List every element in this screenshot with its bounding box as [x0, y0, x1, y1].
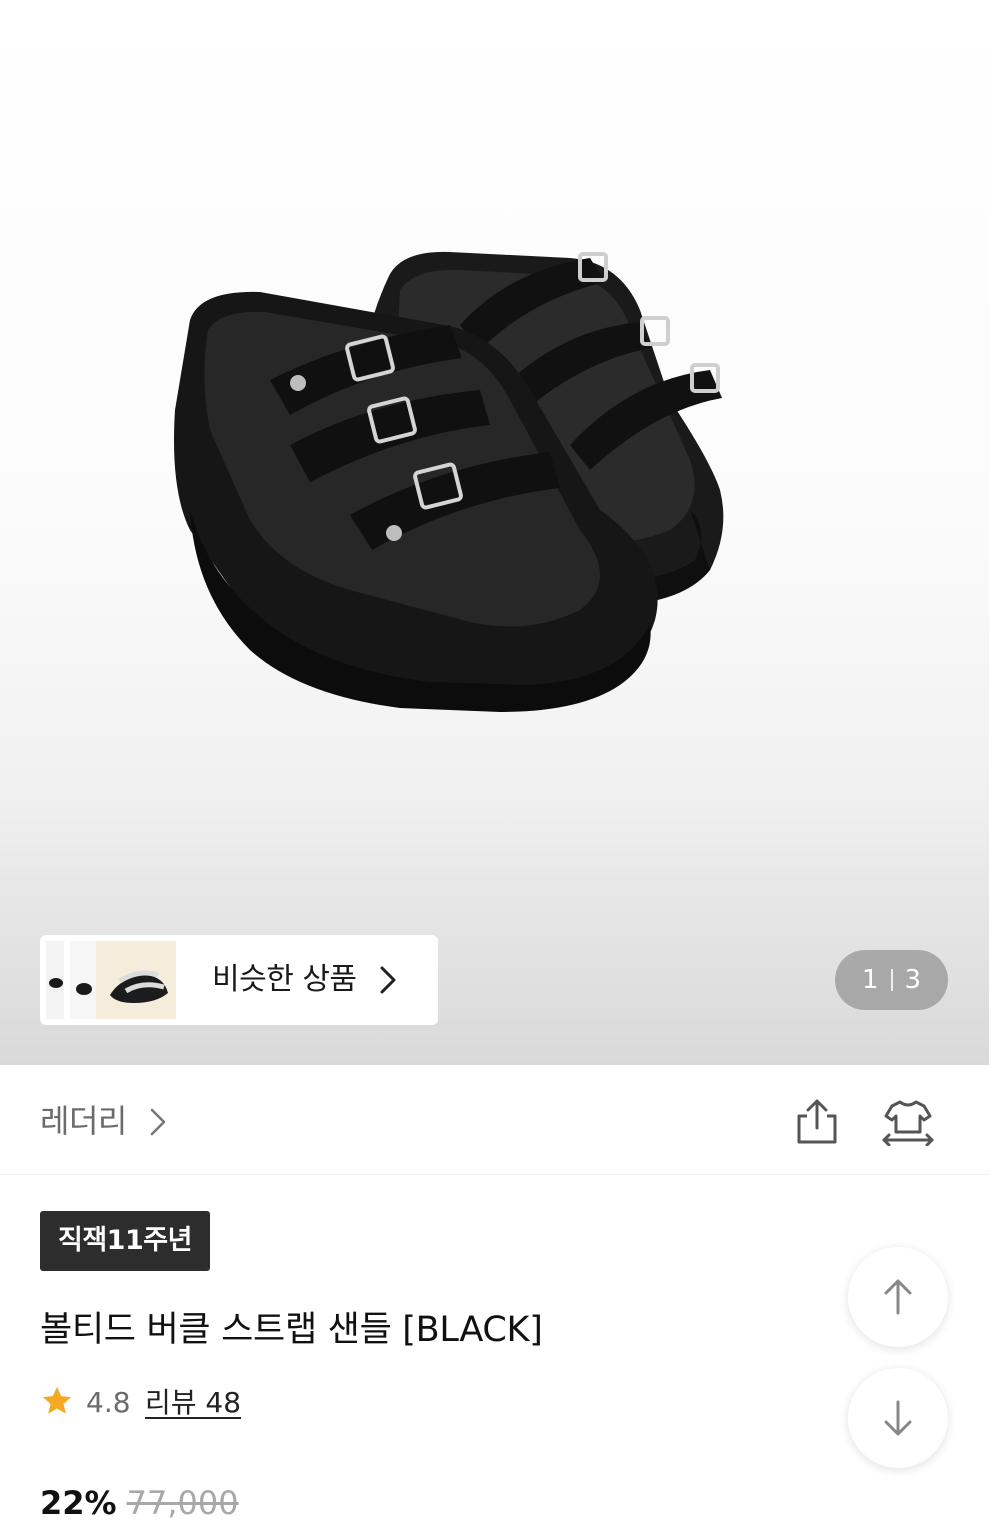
current-page: 1 — [861, 965, 879, 995]
brand-name-link[interactable]: 레더리 — [40, 1066, 127, 1176]
promotion-badge: 직잭11주년 — [40, 1211, 210, 1271]
share-icon[interactable] — [793, 1098, 841, 1146]
rating-value: 4.8 — [86, 1386, 131, 1419]
star-icon — [42, 1386, 72, 1414]
similar-product-thumbnails — [46, 941, 176, 1019]
similar-products-label: 비슷한 상품 — [212, 962, 357, 997]
similar-products-button[interactable]: 비슷한 상품 — [40, 935, 438, 1025]
arrow-down-icon — [884, 1400, 912, 1436]
scroll-to-bottom-button[interactable] — [848, 1368, 948, 1468]
chevron-right-icon[interactable] — [148, 1106, 168, 1138]
product-image — [174, 251, 724, 712]
size-compare-icon[interactable] — [880, 1098, 936, 1146]
chevron-right-icon — [380, 966, 396, 994]
page-separator — [890, 969, 893, 991]
arrow-up-icon — [884, 1279, 912, 1315]
total-pages: 3 — [904, 965, 922, 995]
discount-rate: 22% — [40, 1484, 117, 1522]
original-price: 77,000 — [126, 1484, 239, 1522]
product-image-gallery[interactable]: 비슷한 상품 13 — [0, 0, 989, 1065]
review-count-link[interactable]: 리뷰 48 — [145, 1380, 241, 1426]
scroll-to-top-button[interactable] — [848, 1247, 948, 1347]
image-page-indicator: 13 — [835, 950, 948, 1010]
price-row: 22% 77,000 — [40, 1484, 239, 1522]
product-title: 볼티드 버클 스트랩 샌들 [BLACK] — [40, 1310, 543, 1350]
brand-row: 레더리 — [0, 1066, 989, 1175]
